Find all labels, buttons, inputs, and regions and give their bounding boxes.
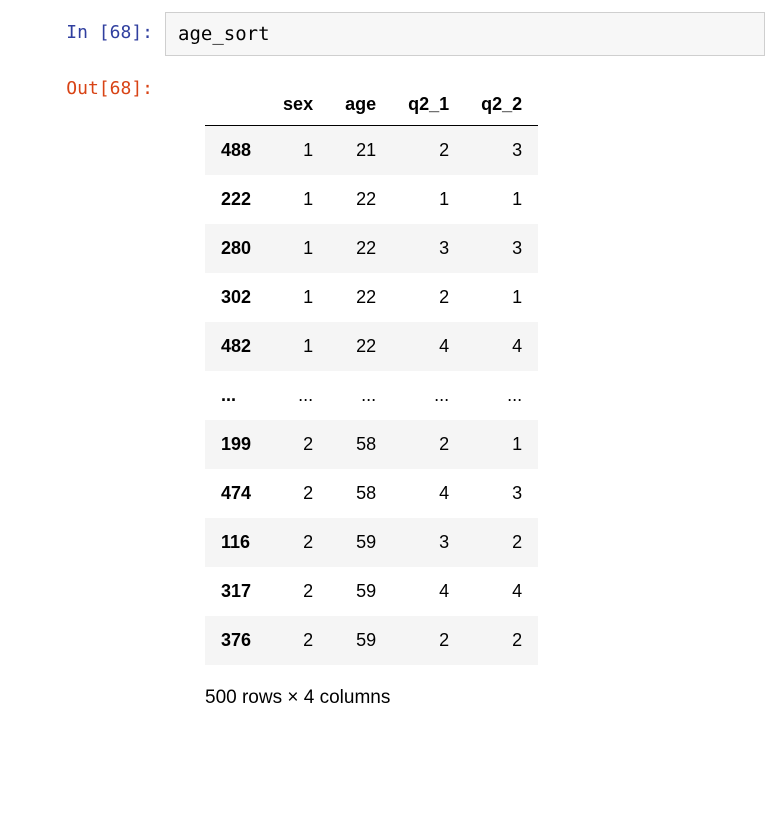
cell-value: 4 bbox=[392, 322, 465, 371]
cell-value: 1 bbox=[267, 322, 329, 371]
table-row: 376 2 59 2 2 bbox=[205, 616, 538, 665]
cell-value: 2 bbox=[267, 616, 329, 665]
column-header: q2_1 bbox=[392, 84, 465, 126]
cell-value: 59 bbox=[329, 518, 392, 567]
dataframe-table: sex age q2_1 q2_2 488 1 21 2 3 bbox=[205, 84, 538, 665]
cell-value: 2 bbox=[392, 616, 465, 665]
row-index: 199 bbox=[205, 420, 267, 469]
cell-value: 2 bbox=[267, 420, 329, 469]
cell-value: ... bbox=[329, 371, 392, 420]
row-index: ... bbox=[205, 371, 267, 420]
cell-value: 1 bbox=[392, 175, 465, 224]
column-header: sex bbox=[267, 84, 329, 126]
cell-value: 22 bbox=[329, 273, 392, 322]
cell-value: 4 bbox=[465, 567, 538, 616]
input-row: In [68]: age_sort bbox=[0, 0, 765, 56]
notebook-cell: In [68]: age_sort Out[68]: sex age q2_1 … bbox=[0, 0, 765, 709]
column-header: q2_2 bbox=[465, 84, 538, 126]
cell-value: 58 bbox=[329, 420, 392, 469]
cell-value: 4 bbox=[465, 322, 538, 371]
cell-value: 3 bbox=[465, 126, 538, 176]
cell-value: 3 bbox=[465, 469, 538, 518]
cell-value: 4 bbox=[392, 469, 465, 518]
cell-value: 3 bbox=[392, 224, 465, 273]
cell-value: 2 bbox=[465, 518, 538, 567]
cell-value: 2 bbox=[392, 273, 465, 322]
row-index: 482 bbox=[205, 322, 267, 371]
column-header: age bbox=[329, 84, 392, 126]
row-index: 317 bbox=[205, 567, 267, 616]
table-row: 474 2 58 4 3 bbox=[205, 469, 538, 518]
cell-value: 58 bbox=[329, 469, 392, 518]
row-index: 116 bbox=[205, 518, 267, 567]
cell-value: 1 bbox=[267, 126, 329, 176]
output-area: sex age q2_1 q2_2 488 1 21 2 3 bbox=[165, 68, 765, 709]
cell-value: 1 bbox=[465, 273, 538, 322]
table-row: 302 1 22 2 1 bbox=[205, 273, 538, 322]
row-index: 488 bbox=[205, 126, 267, 176]
cell-value: 2 bbox=[267, 518, 329, 567]
cell-value: ... bbox=[392, 371, 465, 420]
cell-value: 3 bbox=[465, 224, 538, 273]
table-row: 280 1 22 3 3 bbox=[205, 224, 538, 273]
cell-value: 22 bbox=[329, 322, 392, 371]
cell-value: 22 bbox=[329, 224, 392, 273]
cell-value: 1 bbox=[267, 175, 329, 224]
cell-value: 2 bbox=[267, 567, 329, 616]
dataframe-shape: 500 rows × 4 columns bbox=[205, 687, 765, 709]
cell-value: 21 bbox=[329, 126, 392, 176]
row-index: 376 bbox=[205, 616, 267, 665]
cell-value: 22 bbox=[329, 175, 392, 224]
cell-value: 1 bbox=[465, 420, 538, 469]
table-row: 199 2 58 2 1 bbox=[205, 420, 538, 469]
table-row: 482 1 22 4 4 bbox=[205, 322, 538, 371]
table-header-row: sex age q2_1 q2_2 bbox=[205, 84, 538, 126]
cell-value: 2 bbox=[392, 420, 465, 469]
row-index: 302 bbox=[205, 273, 267, 322]
table-row: 116 2 59 3 2 bbox=[205, 518, 538, 567]
cell-value: 1 bbox=[267, 273, 329, 322]
table-row: 317 2 59 4 4 bbox=[205, 567, 538, 616]
table-row: 488 1 21 2 3 bbox=[205, 126, 538, 176]
output-prompt: Out[68]: bbox=[0, 68, 165, 99]
table-row-ellipsis: ... ... ... ... ... bbox=[205, 371, 538, 420]
cell-value: 4 bbox=[392, 567, 465, 616]
table-row: 222 1 22 1 1 bbox=[205, 175, 538, 224]
cell-value: 1 bbox=[465, 175, 538, 224]
cell-value: 59 bbox=[329, 616, 392, 665]
cell-value: 2 bbox=[392, 126, 465, 176]
index-header bbox=[205, 84, 267, 126]
row-index: 474 bbox=[205, 469, 267, 518]
row-index: 280 bbox=[205, 224, 267, 273]
code-input[interactable]: age_sort bbox=[165, 12, 765, 56]
cell-value: ... bbox=[465, 371, 538, 420]
cell-value: 1 bbox=[267, 224, 329, 273]
cell-value: 3 bbox=[392, 518, 465, 567]
cell-value: 2 bbox=[267, 469, 329, 518]
cell-value: 59 bbox=[329, 567, 392, 616]
input-prompt: In [68]: bbox=[0, 12, 165, 56]
cell-value: ... bbox=[267, 371, 329, 420]
row-index: 222 bbox=[205, 175, 267, 224]
output-row: Out[68]: sex age q2_1 q2_2 488 1 bbox=[0, 56, 765, 709]
cell-value: 2 bbox=[465, 616, 538, 665]
